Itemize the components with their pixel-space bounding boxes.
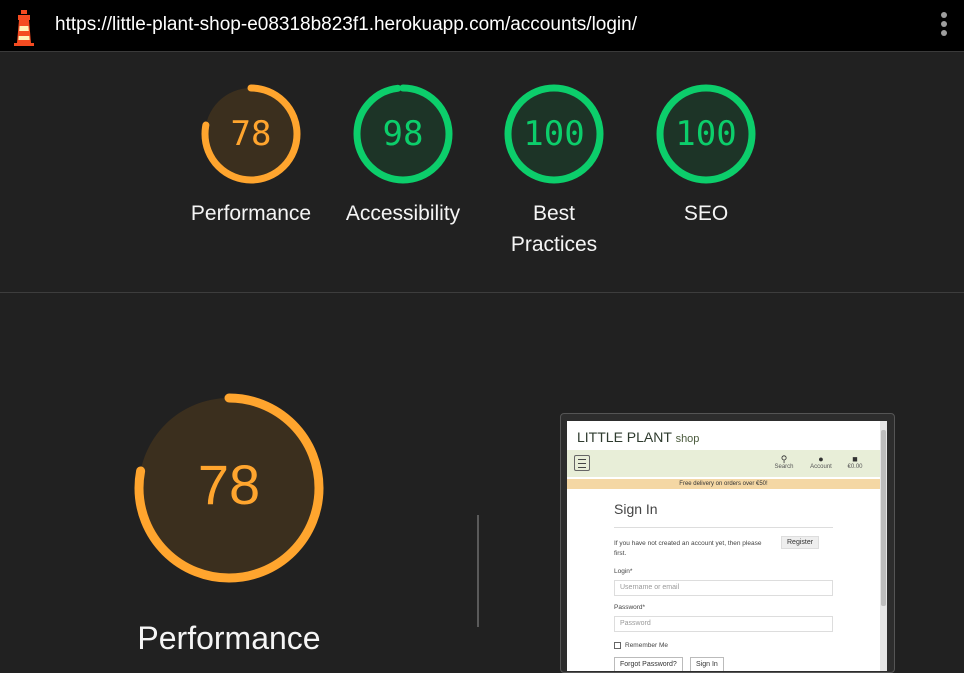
title-rule [614, 527, 833, 528]
gauge-performance[interactable]: 78 Performance [191, 82, 311, 225]
gauge-label: Accessibility [345, 202, 461, 225]
delivery-banner: Free delivery on orders over €50! [567, 479, 880, 489]
register-button: Register [781, 536, 820, 549]
gauge-accessibility[interactable]: 98 Accessibility [346, 82, 460, 225]
performance-gauge-large: 78 [133, 392, 325, 584]
screenshot-scrollbar-thumb [881, 430, 886, 606]
password-label: Password* [614, 604, 646, 611]
password-field: Password [614, 616, 833, 632]
gauge-score: 98 [382, 114, 424, 154]
nav-search: ⚲ Search [769, 454, 799, 470]
gauge-best-practices[interactable]: 100 Best Practices [502, 82, 606, 256]
login-label: Login* [614, 568, 633, 575]
forgot-password-button: Forgot Password? [614, 657, 683, 671]
gauge-score: 78 [230, 114, 272, 154]
signin-intro: If you have not created an account yet, … [614, 540, 762, 557]
gauge-score: 100 [675, 114, 737, 154]
user-icon: ● [818, 454, 824, 464]
performance-heading: Performance [137, 620, 321, 656]
section-divider [0, 292, 964, 293]
signin-button: Sign In [690, 657, 724, 671]
search-icon: ⚲ [780, 454, 788, 464]
report-topbar: https://little-plant-shop-e08318b823f1.h… [0, 0, 964, 52]
gauge-seo[interactable]: 100 SEO [654, 82, 758, 225]
shop-logo: LITTLE PLANT shop [577, 429, 700, 445]
audited-url: https://little-plant-shop-e08318b823f1.h… [55, 14, 637, 35]
final-screenshot[interactable]: LITTLE PLANT shop ⚲ Search ● Account ■ €0.0… [567, 421, 880, 671]
kebab-menu-icon[interactable] [937, 12, 951, 42]
vertical-divider [477, 515, 479, 627]
bag-icon: ■ [852, 454, 858, 464]
signin-title: Sign In [614, 501, 658, 517]
lighthouse-icon [14, 10, 34, 46]
gauge-score: 100 [523, 114, 585, 154]
remember-me: Remember Me [614, 642, 668, 649]
gauge-label: Best Practices [510, 202, 598, 256]
nav-bag: ■ €0.00 [840, 454, 870, 470]
nav-account: ● Account [806, 454, 836, 470]
login-field: Username or email [614, 580, 833, 596]
hamburger-icon [574, 455, 590, 471]
performance-score-large: 78 [197, 453, 261, 516]
gauge-label: SEO [683, 202, 729, 225]
shop-navbar: ⚲ Search ● Account ■ €0.00 [567, 450, 880, 477]
